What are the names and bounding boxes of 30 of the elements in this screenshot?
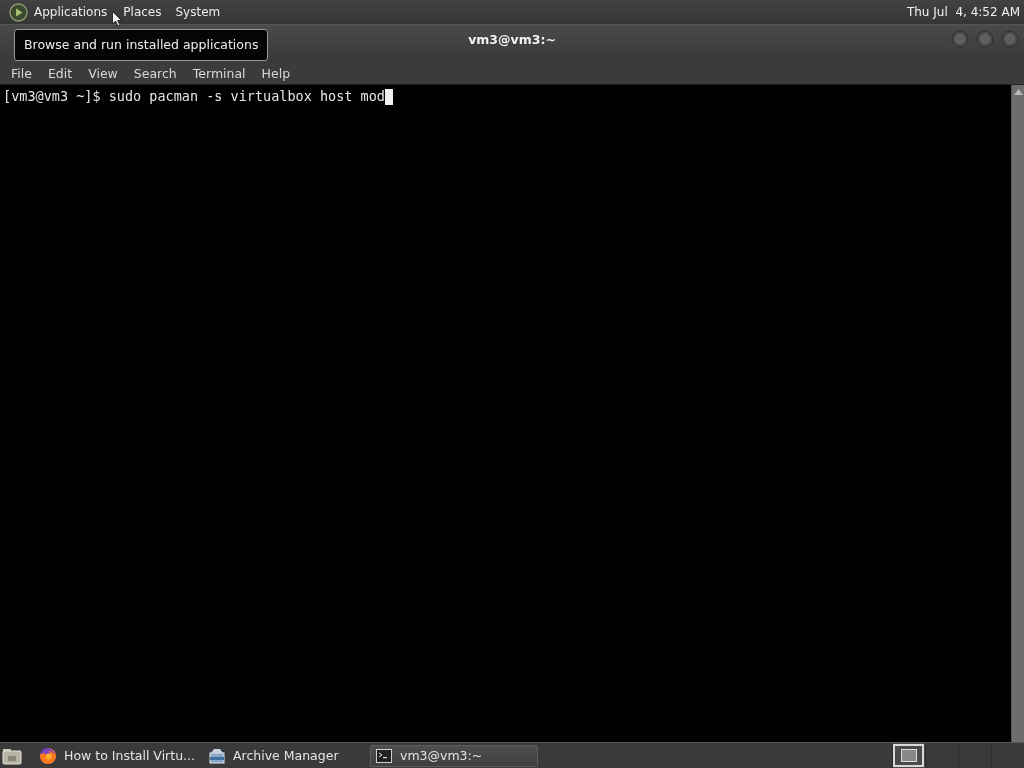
taskbar-button[interactable]: How to Install Virtu...	[34, 744, 203, 767]
window-title: vm3@vm3:~	[468, 31, 556, 47]
menu-item[interactable]: Terminal	[184, 65, 254, 81]
menu-item[interactable]: File	[3, 65, 40, 81]
menu-item[interactable]: View	[80, 65, 126, 81]
taskbar-button[interactable]: vm3@vm3:~	[370, 744, 538, 767]
terminal-line: [vm3@vm3 ~]$ sudo pacman -s virtualbox host mod	[3, 88, 385, 105]
terminal-icon	[375, 746, 393, 765]
menu-item[interactable]: Help	[253, 65, 299, 81]
scroll-up-arrow-icon[interactable]	[1013, 89, 1023, 95]
window-thumbnail-icon	[901, 749, 917, 762]
scrollbar[interactable]	[1011, 85, 1024, 742]
app-menu-icon[interactable]	[9, 2, 28, 22]
clock[interactable]: Thu Jul 4, 4:52 AM	[906, 5, 1020, 19]
firefox-style-browser-icon	[39, 746, 57, 765]
show-desktop-icon[interactable]	[2, 746, 22, 765]
text-cursor-icon	[385, 89, 393, 105]
mouse-pointer-icon	[112, 11, 122, 27]
panel-menu[interactable]: Applications	[34, 2, 108, 22]
close-button[interactable]	[1001, 30, 1019, 48]
panel-menu[interactable]: System	[175, 2, 221, 22]
maximize-button[interactable]	[976, 30, 994, 48]
menu-item[interactable]: Search	[125, 65, 185, 81]
workspace-switcher-cell[interactable]	[892, 743, 925, 768]
archive-box-icon	[208, 746, 226, 765]
panel-menu[interactable]: Places	[123, 2, 162, 22]
menu-item[interactable]: Edit	[39, 65, 81, 81]
minimize-button[interactable]	[951, 30, 969, 48]
taskbar-button[interactable]: Archive Manager	[203, 744, 370, 767]
tooltip: Browse and run installed applications	[14, 29, 269, 61]
